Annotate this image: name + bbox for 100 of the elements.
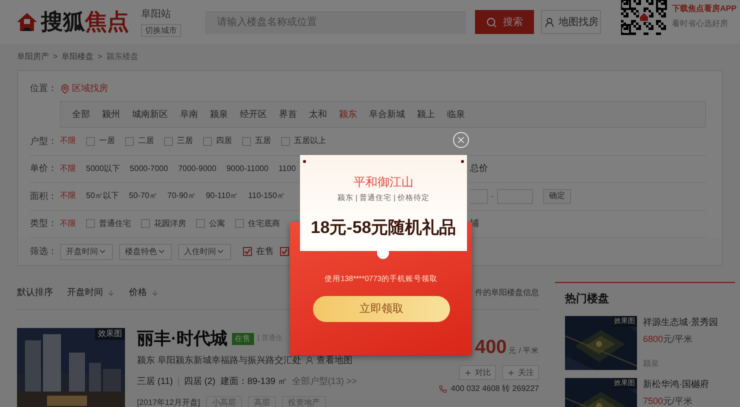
filter-option[interactable]: 五居以上: [294, 135, 326, 148]
checkbox[interactable]: [243, 247, 252, 256]
search-icon: [486, 16, 497, 28]
district-option[interactable]: 经开区: [240, 108, 267, 122]
district-option[interactable]: 太和: [309, 108, 327, 122]
location-mode-tab[interactable]: 区域找房: [72, 82, 108, 96]
sort-option[interactable]: 默认排序: [17, 286, 53, 300]
checkbox[interactable]: [86, 136, 95, 146]
checkbox[interactable]: [125, 136, 134, 146]
checkbox[interactable]: [281, 136, 290, 146]
action-button[interactable]: 关注: [502, 365, 539, 380]
filter-label: 户型：: [30, 134, 58, 148]
logo-text: 焦点: [85, 11, 129, 33]
filter-option[interactable]: 9000-11000: [226, 162, 268, 175]
filter-option[interactable]: 90-110㎡: [206, 190, 238, 202]
checkbox[interactable]: [280, 247, 289, 256]
chevron-down-icon: [98, 247, 107, 256]
layout-count[interactable]: 三居 (11): [137, 374, 173, 388]
filter-option[interactable]: 5000-7000: [130, 162, 168, 175]
checkbox[interactable]: [141, 219, 150, 228]
checkbox[interactable]: [164, 136, 173, 146]
action-button[interactable]: 对比: [459, 365, 496, 380]
filter-option[interactable]: 五居: [255, 135, 271, 148]
filter-label: 单价：: [30, 162, 58, 175]
filter-option[interactable]: 不限: [60, 135, 76, 148]
range-separator: -: [491, 190, 494, 202]
dropdown[interactable]: 开盘时间: [60, 244, 113, 260]
app-slogan: 看时省心选好房: [672, 18, 729, 30]
filter-option[interactable]: 二居: [138, 135, 154, 148]
app-download-link[interactable]: 下载焦点看房APP: [672, 3, 736, 15]
switch-city-button[interactable]: 切换城市: [141, 24, 181, 37]
hot-title: 热门楼盘: [565, 292, 610, 307]
filter-label: 位置：: [30, 82, 58, 96]
area-range: 建面：89-139 ㎡: [220, 374, 287, 388]
gift-text: 18元-58元随机礼品: [310, 217, 456, 240]
filter-option[interactable]: 公寓: [209, 218, 225, 230]
checkbox[interactable]: [196, 219, 205, 228]
district-option[interactable]: 临泉: [447, 108, 465, 122]
filter-option[interactable]: 5000以下: [86, 162, 120, 175]
layout-count[interactable]: 四居 (2): [184, 374, 216, 388]
logo-text: 搜狐: [41, 11, 85, 33]
checkbox[interactable]: [235, 219, 244, 228]
claim-button[interactable]: 立即领取: [313, 296, 450, 322]
price-value: 400: [475, 336, 507, 360]
opening-date: [2017年12月开盘]: [137, 397, 200, 407]
dropdown[interactable]: 入住时间: [178, 244, 231, 260]
district-option[interactable]: 界首: [279, 108, 297, 122]
filter-option[interactable]: 总价: [470, 162, 488, 176]
district-option[interactable]: 颍上: [417, 108, 435, 122]
check-label[interactable]: 在售: [256, 244, 274, 258]
dropdown[interactable]: 楼盘特色: [119, 244, 172, 260]
filter-label: 筛选：: [30, 244, 54, 258]
filter-option[interactable]: 70-90㎡: [167, 190, 196, 202]
district-option[interactable]: 阜合新城: [369, 108, 405, 122]
map-search-button[interactable]: 地图找房: [541, 10, 601, 34]
district-option[interactable]: 颍泉: [210, 108, 228, 122]
filter-option[interactable]: 不限: [60, 190, 76, 202]
map-pin-icon: [60, 84, 70, 94]
filter-option[interactable]: 普通住宅: [99, 218, 131, 230]
filter-option[interactable]: 7000-9000: [178, 162, 216, 175]
filter-option[interactable]: 花园洋房: [154, 218, 186, 230]
checkbox[interactable]: [86, 219, 95, 228]
filter-option[interactable]: 110-150㎡: [248, 190, 285, 202]
breadcrumb-link[interactable]: 阜阳房产: [17, 51, 49, 63]
hot-name[interactable]: 新松华鸿·国樾府: [643, 378, 709, 391]
breadcrumb-link[interactable]: 阜阳楼盘: [62, 51, 94, 63]
sort-option[interactable]: 价格: [129, 286, 147, 300]
hot-name[interactable]: 祥源生态城·景秀园: [643, 316, 718, 329]
checkbox[interactable]: [242, 136, 251, 146]
arrow-down-icon: [151, 288, 159, 296]
sort-option[interactable]: 开盘时间: [67, 286, 103, 300]
map-link[interactable]: 查看地图: [316, 354, 353, 368]
close-button[interactable]: [453, 132, 469, 148]
filter-option[interactable]: 1100: [278, 162, 296, 175]
district-option[interactable]: 颍州: [102, 108, 120, 122]
filter-option[interactable]: 不限: [60, 218, 76, 230]
project-title: 平和御江山: [354, 174, 414, 191]
filter-option[interactable]: 四居: [216, 135, 232, 148]
confirm-button[interactable]: 确定: [543, 188, 571, 204]
filter-option[interactable]: 三居: [177, 135, 193, 148]
hot-price: 6800元/平米: [643, 333, 694, 346]
district-option[interactable]: 阜南: [180, 108, 198, 122]
filter-label: 面积：: [30, 190, 58, 202]
person-icon: [304, 356, 314, 366]
filter-option[interactable]: 一居: [99, 135, 115, 148]
district-option[interactable]: 城南新区: [132, 108, 168, 122]
district-option[interactable]: 全部: [72, 108, 90, 122]
chevron-down-icon: [216, 247, 225, 256]
image-badge: 效果图: [95, 328, 125, 340]
listing-title[interactable]: 丽丰·时代城: [137, 326, 228, 352]
listing-image[interactable]: 效果图: [17, 328, 125, 407]
person-icon: [544, 16, 554, 28]
filter-option[interactable]: 50㎡以下: [86, 190, 119, 202]
filter-option[interactable]: 住宅底商: [248, 218, 280, 230]
checkbox[interactable]: [203, 136, 212, 146]
search-button[interactable]: 搜索: [475, 10, 534, 34]
filter-option[interactable]: 不限: [60, 162, 76, 175]
hot-price: 7500元/平米: [643, 395, 694, 407]
district-option[interactable]: 颍东: [339, 108, 357, 122]
filter-option[interactable]: 50-70㎡: [128, 190, 158, 202]
